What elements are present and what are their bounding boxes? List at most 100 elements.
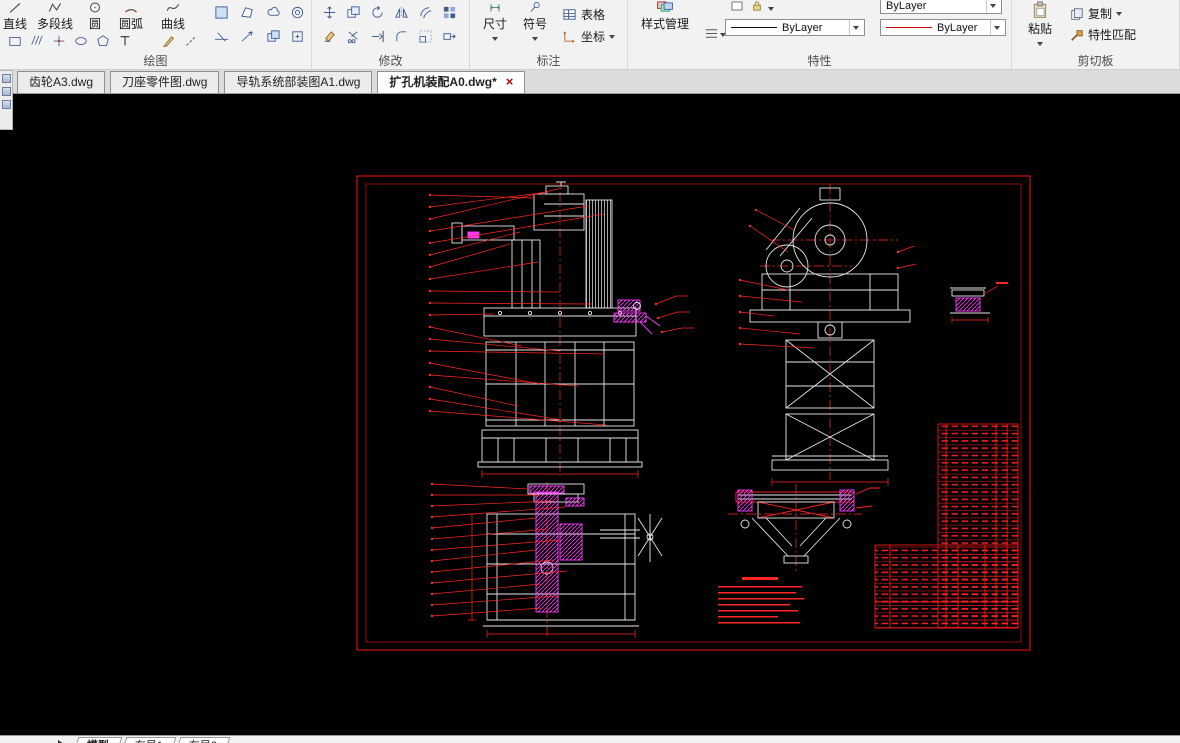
- tab-model[interactable]: 模型: [73, 736, 123, 743]
- polygon-icon[interactable]: [94, 32, 112, 50]
- chevron-down-icon: [1037, 42, 1043, 49]
- document-tabbar: 齿轮A3.dwg 刀座零件图.dwg 导轨系统部装图A1.dwg 扩孔机装配A0…: [0, 70, 1180, 94]
- palette-icon: [1, 87, 11, 96]
- text-icon[interactable]: [116, 32, 134, 50]
- tab-layout2-label: 布局2: [189, 737, 217, 743]
- paste-button-label: 粘贴: [1027, 22, 1052, 36]
- spline-button[interactable]: 曲线: [154, 1, 192, 32]
- color-dropdown-button[interactable]: [986, 0, 999, 13]
- doc-tab-label: 扩孔机装配A0.dwg*: [389, 75, 497, 89]
- polyline-button[interactable]: 多段线: [31, 1, 79, 32]
- style-manager-button[interactable]: 样式管理: [636, 1, 694, 32]
- move-icon[interactable]: [320, 3, 338, 21]
- lineweight-dropdown-button[interactable]: [849, 20, 862, 35]
- close-tab-icon[interactable]: ×: [506, 74, 514, 89]
- arc-button-label: 圆弧: [118, 17, 143, 31]
- circle-button[interactable]: 圆: [82, 1, 108, 32]
- spline-button-label: 曲线: [160, 17, 185, 31]
- match-properties-button[interactable]: 特性匹配: [1070, 26, 1136, 43]
- doc-tab-gear-a3[interactable]: 齿轮A3.dwg: [17, 71, 106, 93]
- chevron-down-icon: [990, 4, 996, 11]
- fillet-icon[interactable]: [392, 27, 410, 45]
- paste-icon: [1030, 1, 1050, 19]
- circle-icon: [87, 1, 103, 14]
- copy-button[interactable]: 复制: [1070, 5, 1123, 22]
- color-swatch-icon[interactable]: [728, 0, 746, 12]
- copy-icon: [1070, 7, 1084, 21]
- tab-layout1[interactable]: 布局1: [121, 736, 177, 743]
- offset-icon[interactable]: [416, 3, 434, 21]
- polyline-icon: [47, 1, 63, 14]
- technical-notes-text: [718, 577, 804, 624]
- drawing-canvas[interactable]: [0, 94, 1180, 735]
- scale-icon[interactable]: [416, 27, 434, 45]
- color-select[interactable]: ByLayer: [880, 0, 1002, 14]
- dimension-icon: [487, 1, 503, 14]
- erase-icon[interactable]: [320, 27, 338, 45]
- lock-icon[interactable]: [748, 0, 766, 12]
- divide-icon[interactable]: [182, 32, 200, 50]
- doc-tab-hole-expander-active[interactable]: 扩孔机装配A0.dwg* ×: [377, 71, 526, 93]
- linetype-select[interactable]: ByLayer: [880, 19, 1006, 36]
- layer-menu-icon[interactable]: [702, 24, 720, 42]
- chevron-down-icon: [994, 26, 1000, 33]
- ribbon-panel-modify: 修改: [312, 0, 470, 69]
- statusbar: 模型 布局1 布局2: [0, 735, 1180, 743]
- front-view: [451, 181, 643, 468]
- lineweight-value: ByLayer: [782, 21, 823, 34]
- doc-tab-guide-rail[interactable]: 导轨系统部装图A1.dwg: [224, 71, 373, 93]
- symbol-button[interactable]: 符号: [518, 1, 552, 44]
- stretch-icon[interactable]: [440, 27, 458, 45]
- region-icon[interactable]: [212, 3, 230, 21]
- chevron-down-icon: [532, 37, 538, 44]
- doc-tab-toolholder[interactable]: 刀座零件图.dwg: [110, 71, 220, 93]
- circle-button-label: 圆: [88, 17, 101, 31]
- construction-line-icon[interactable]: [212, 27, 230, 45]
- dimension-button[interactable]: 尺寸: [478, 1, 512, 44]
- pencil-icon[interactable]: [160, 32, 178, 50]
- table-button-label: 表格: [581, 8, 606, 22]
- hatch-icon[interactable]: [28, 32, 46, 50]
- linetype-dropdown-button[interactable]: [990, 20, 1003, 35]
- doc-tab-label: 导轨系统部装图A1.dwg: [236, 75, 361, 89]
- tab-layout2[interactable]: 布局2: [175, 736, 231, 743]
- dimension-button-label: 尺寸: [482, 17, 507, 31]
- array-icon[interactable]: [440, 3, 458, 21]
- doc-tab-label: 齿轮A3.dwg: [29, 75, 94, 89]
- chevron-down-icon: [853, 26, 859, 33]
- color-value: ByLayer: [886, 0, 927, 12]
- ellipse-icon[interactable]: [72, 32, 90, 50]
- rectangle-icon[interactable]: [6, 32, 24, 50]
- point-icon[interactable]: [50, 32, 68, 50]
- donut-icon[interactable]: [288, 3, 306, 21]
- tab-layout1-label: 布局1: [135, 737, 163, 743]
- extend-icon[interactable]: [368, 27, 386, 45]
- paste-button[interactable]: 粘贴: [1020, 1, 1060, 49]
- ray-icon[interactable]: [238, 27, 256, 45]
- section-view-magenta-parts: [529, 485, 585, 613]
- block-icon[interactable]: [264, 27, 282, 45]
- side-palette-strip[interactable]: [0, 70, 13, 130]
- linetype-sample-line: [886, 27, 932, 28]
- lineweight-select[interactable]: ByLayer: [725, 19, 865, 36]
- side-view-leaders: [738, 208, 917, 349]
- coordinate-button[interactable]: 坐标: [562, 28, 616, 45]
- mirror-icon[interactable]: [392, 3, 410, 21]
- trim-icon[interactable]: [344, 27, 362, 45]
- palette-icon: [1, 74, 11, 83]
- line-button-label: 直线: [2, 17, 27, 31]
- match-properties-icon: [1070, 28, 1084, 42]
- revision-cloud-icon[interactable]: [264, 3, 282, 21]
- table-button[interactable]: 表格: [562, 6, 605, 23]
- copy-object-icon[interactable]: [344, 3, 362, 21]
- arc-button[interactable]: 圆弧: [112, 1, 150, 32]
- rotate-icon[interactable]: [368, 3, 386, 21]
- chevron-down-icon: [1116, 12, 1123, 19]
- wipeout-icon[interactable]: [238, 3, 256, 21]
- chevron-down-icon[interactable]: [768, 7, 774, 14]
- insert-icon[interactable]: [288, 27, 306, 45]
- doc-tab-label: 刀座零件图.dwg: [122, 75, 208, 89]
- ribbon: 直线 多段线 圆 圆弧 曲线 绘图 修改 尺寸 符号 表格 坐标 标注 样式管理…: [0, 0, 1180, 70]
- line-button[interactable]: 直线: [0, 1, 30, 32]
- ribbon-panel-properties: 样式管理 ByLayer ByLayer ByLayer 特性: [628, 0, 1012, 69]
